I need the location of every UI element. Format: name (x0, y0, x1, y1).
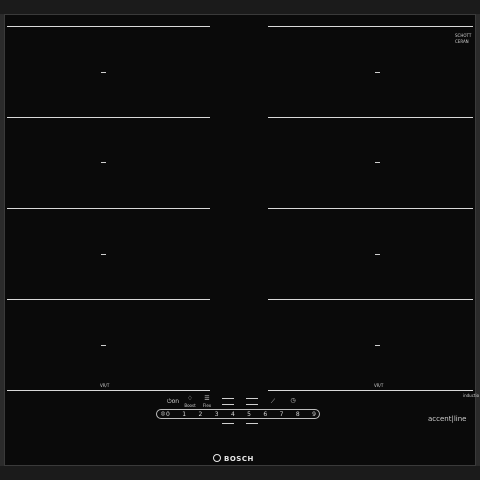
power-label: on (171, 398, 180, 405)
center-dash-right-1[interactable] (246, 404, 258, 405)
left-zone-4-top-line (7, 299, 210, 300)
right-zone-4-mark (375, 345, 380, 346)
bosch-logo-icon (213, 454, 221, 462)
digit-0[interactable]: 0 (166, 411, 170, 418)
right-zone-3-top-line (268, 208, 473, 209)
boost-icon: ♢ (187, 395, 193, 402)
digit-8[interactable]: 8 (296, 411, 300, 418)
power-control[interactable]: ⏻on (166, 398, 180, 405)
boost-control[interactable]: ♢ Boost (183, 395, 197, 409)
clock-icon: ◷ (290, 397, 296, 404)
digit-9[interactable]: 9 (312, 411, 316, 418)
boost-label: Boost (184, 403, 196, 408)
digit-7[interactable]: 7 (280, 411, 284, 418)
left-zone-3-mark (101, 254, 106, 255)
center-dash-right-3[interactable] (246, 398, 258, 399)
right-zone-4-top-line (268, 299, 473, 300)
center-dash-left-1[interactable] (222, 404, 234, 405)
left-bottom-line (7, 390, 210, 391)
schott-label: SCHOTT (455, 33, 472, 38)
ceran-label: CERAN (455, 39, 469, 44)
timer-control[interactable]: ◷ (286, 397, 300, 404)
slider-digits: 0 1 2 3 4 5 6 7 8 9 (166, 410, 316, 418)
digit-2[interactable]: 2 (198, 411, 202, 418)
induction-label: inductio (463, 393, 480, 398)
left-zone-3-top-line (7, 208, 210, 209)
accent-line-label: accent|line (428, 415, 467, 423)
bottom-frame-band (0, 466, 480, 480)
digit-4[interactable]: 4 (231, 411, 235, 418)
left-zone-1-mark (101, 72, 106, 73)
right-bottom-line (268, 390, 473, 391)
left-zone-4-mark (101, 345, 106, 346)
right-zone-3-mark (375, 254, 380, 255)
left-zone-2-top-line (7, 117, 210, 118)
flex-control[interactable]: ☰ Flex (200, 395, 214, 409)
left-zone-1-top-line (7, 26, 210, 27)
right-zone-1-top-line (268, 26, 473, 27)
cook-mode-control[interactable]: ⟋ (266, 398, 280, 405)
right-zone-1-mark (375, 72, 380, 73)
digit-3[interactable]: 3 (215, 411, 219, 418)
left-flex-badge: VR/T (100, 383, 110, 388)
flex-icon: ☰ (204, 395, 210, 402)
right-zone-2-mark (375, 162, 380, 163)
right-flex-badge: VR/T (374, 383, 384, 388)
flex-label: Flex (202, 403, 212, 408)
top-frame-band (0, 0, 480, 14)
center-dash-left-3[interactable] (222, 398, 234, 399)
digit-5[interactable]: 5 (247, 411, 251, 418)
digit-1[interactable]: 1 (182, 411, 186, 418)
pan-icon: ⟋ (270, 398, 276, 405)
left-zone-2-mark (101, 162, 106, 163)
bosch-logo-text: BOSCH (224, 455, 254, 463)
center-dash-left-2[interactable] (222, 423, 234, 424)
center-dash-right-2[interactable] (246, 423, 258, 424)
right-zone-2-top-line (268, 117, 473, 118)
digit-6[interactable]: 6 (263, 411, 267, 418)
glass-cooktop-surface (4, 14, 476, 466)
